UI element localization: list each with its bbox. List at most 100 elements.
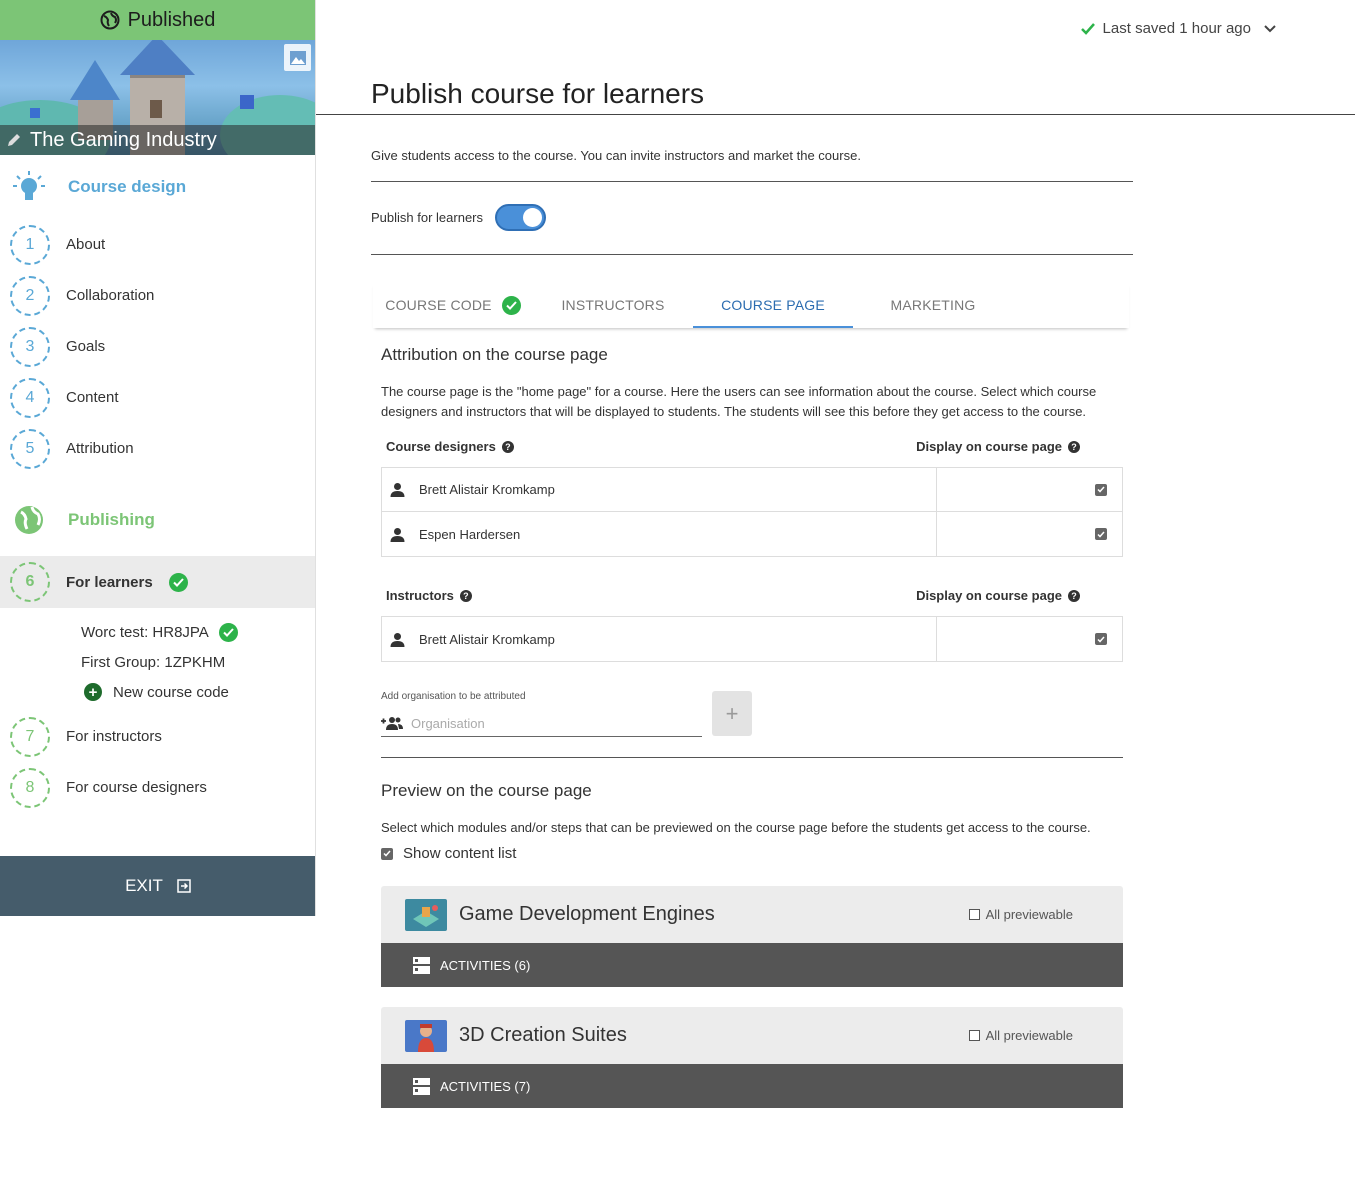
sidebar-item-content[interactable]: 4 Content (0, 372, 315, 423)
divider (381, 757, 1123, 758)
help-icon[interactable]: ? (1068, 589, 1080, 602)
table-row: Brett Alistair Kromkamp (382, 468, 1122, 512)
sidebar-item-about[interactable]: 1 About (0, 219, 315, 270)
course-banner-image: The Gaming Industry (0, 40, 315, 155)
checkbox[interactable] (381, 847, 393, 860)
module-card: 3D Creation Suites All previewable ACTIV… (381, 1007, 1123, 1108)
publishing-header[interactable]: Publishing (0, 488, 315, 552)
publish-toggle-label: Publish for learners (371, 210, 483, 225)
sidebar-item-label: Goals (66, 338, 106, 355)
checkbox[interactable] (968, 1030, 980, 1041)
sidebar-item-for-learners[interactable]: 6 For learners (0, 556, 315, 608)
all-previewable-checkbox[interactable]: All previewable (968, 907, 1123, 922)
instructors-table: Brett Alistair Kromkamp (381, 616, 1123, 662)
exit-icon (177, 879, 191, 893)
course-design-header[interactable]: Course design (0, 155, 315, 219)
activities-toggle[interactable]: ACTIVITIES (7) (381, 1064, 1123, 1108)
tab-label: INSTRUCTORS (561, 297, 665, 313)
publish-toggle-row: Publish for learners (371, 204, 546, 231)
step-number: 2 (10, 275, 50, 316)
checkbox[interactable] (968, 909, 980, 920)
exit-button[interactable]: EXIT (0, 856, 315, 916)
help-icon[interactable]: ? (1068, 440, 1080, 453)
all-previewable-checkbox[interactable]: All previewable (968, 1028, 1123, 1043)
image-icon (289, 50, 306, 65)
display-column-header: Display on course page ? (911, 439, 1123, 454)
check-icon (218, 622, 238, 642)
display-checkbox-cell (937, 617, 1122, 661)
check-icon (168, 572, 188, 592)
course-design-label: Course design (68, 177, 187, 196)
activities-toggle[interactable]: ACTIVITIES (6) (381, 943, 1123, 987)
display-checkbox-cell (937, 512, 1122, 556)
new-course-code-button[interactable]: + New course code (0, 677, 315, 707)
divider (371, 181, 1133, 182)
step-number: 3 (10, 326, 50, 367)
sidebar-item-goals[interactable]: 3 Goals (0, 321, 315, 372)
check-icon (501, 295, 521, 315)
course-code-item[interactable]: First Group: 1ZPKHM (0, 647, 315, 677)
person-icon (390, 632, 405, 647)
designers-table: Brett Alistair Kromkamp Espen Hardersen (381, 467, 1123, 557)
module-card: Game Development Engines All previewable… (381, 886, 1123, 987)
sidebar-item-for-course-designers[interactable]: 8 For course designers (0, 762, 315, 813)
help-icon[interactable]: ? (501, 440, 514, 453)
save-status-dropdown[interactable]: Last saved 1 hour ago (1080, 20, 1277, 37)
sidebar-item-label: For learners (66, 573, 153, 591)
step-number: 6 (10, 562, 50, 602)
module-thumbnail (405, 898, 447, 931)
module-title: 3D Creation Suites (459, 1024, 627, 1046)
sidebar-item-label: Attribution (66, 440, 134, 457)
tab-label: MARKETING (890, 297, 976, 313)
display-checkbox[interactable] (1095, 528, 1107, 540)
sidebar-item-label: For course designers (66, 779, 207, 796)
sidebar-item-for-instructors[interactable]: 7 For instructors (0, 711, 315, 762)
publish-toggle[interactable] (495, 204, 546, 231)
tab-course-code[interactable]: COURSE CODE (373, 282, 533, 328)
table-row: Espen Hardersen (382, 512, 1122, 556)
display-checkbox[interactable] (1095, 483, 1107, 496)
list-icon (413, 956, 430, 974)
all-previewable-label: All previewable (985, 1028, 1073, 1043)
organisation-input[interactable]: Organisation (381, 710, 702, 737)
step-number: 8 (10, 767, 50, 808)
add-organisation-button[interactable]: + (712, 691, 752, 736)
tab-instructors[interactable]: INSTRUCTORS (533, 282, 693, 328)
display-column-header: Display on course page ? (911, 588, 1123, 603)
course-code-label: First Group: 1ZPKHM (81, 653, 226, 671)
course-code-item[interactable]: Worc test: HR8JPA (0, 617, 315, 647)
show-content-list-label: Show content list (403, 845, 517, 862)
person-name: Brett Alistair Kromkamp (419, 631, 555, 647)
step-number: 4 (10, 377, 50, 418)
change-image-button[interactable] (284, 44, 311, 71)
step-number: 7 (10, 716, 50, 757)
activities-label: ACTIVITIES (6) (440, 957, 531, 973)
person-name: Brett Alistair Kromkamp (419, 482, 555, 497)
published-status-bar: Published (0, 0, 315, 40)
tab-course-page[interactable]: COURSE PAGE (693, 282, 853, 328)
lightbulb-icon (13, 171, 45, 200)
divider (371, 254, 1133, 255)
module-header: 3D Creation Suites All previewable (381, 1007, 1123, 1064)
person-icon (390, 527, 405, 542)
designers-header-label: Course designers (386, 439, 496, 454)
page-title: Publish course for learners (371, 78, 705, 109)
course-title: The Gaming Industry (30, 128, 217, 151)
tab-marketing[interactable]: MARKETING (853, 282, 1013, 328)
help-icon[interactable]: ? (459, 589, 472, 602)
step-number: 5 (10, 428, 50, 469)
display-header-label: Display on course page (916, 439, 1062, 454)
globe-icon (15, 506, 43, 534)
checkmark-icon (1080, 22, 1095, 35)
intro-text: Give students access to the course. You … (371, 148, 861, 163)
display-checkbox[interactable] (1095, 633, 1107, 645)
sidebar-item-label: For instructors (66, 728, 162, 745)
sidebar-item-attribution[interactable]: 5 Attribution (0, 423, 315, 474)
show-content-list-checkbox[interactable]: Show content list (381, 845, 516, 862)
course-title-strip[interactable]: The Gaming Industry (0, 125, 315, 155)
tab-label: COURSE PAGE (721, 297, 825, 313)
sidebar-item-collaboration[interactable]: 2 Collaboration (0, 270, 315, 321)
list-icon (413, 1077, 430, 1095)
all-previewable-label: All previewable (985, 907, 1073, 922)
sidebar: Published The Gaming Industry Course des… (0, 0, 316, 916)
